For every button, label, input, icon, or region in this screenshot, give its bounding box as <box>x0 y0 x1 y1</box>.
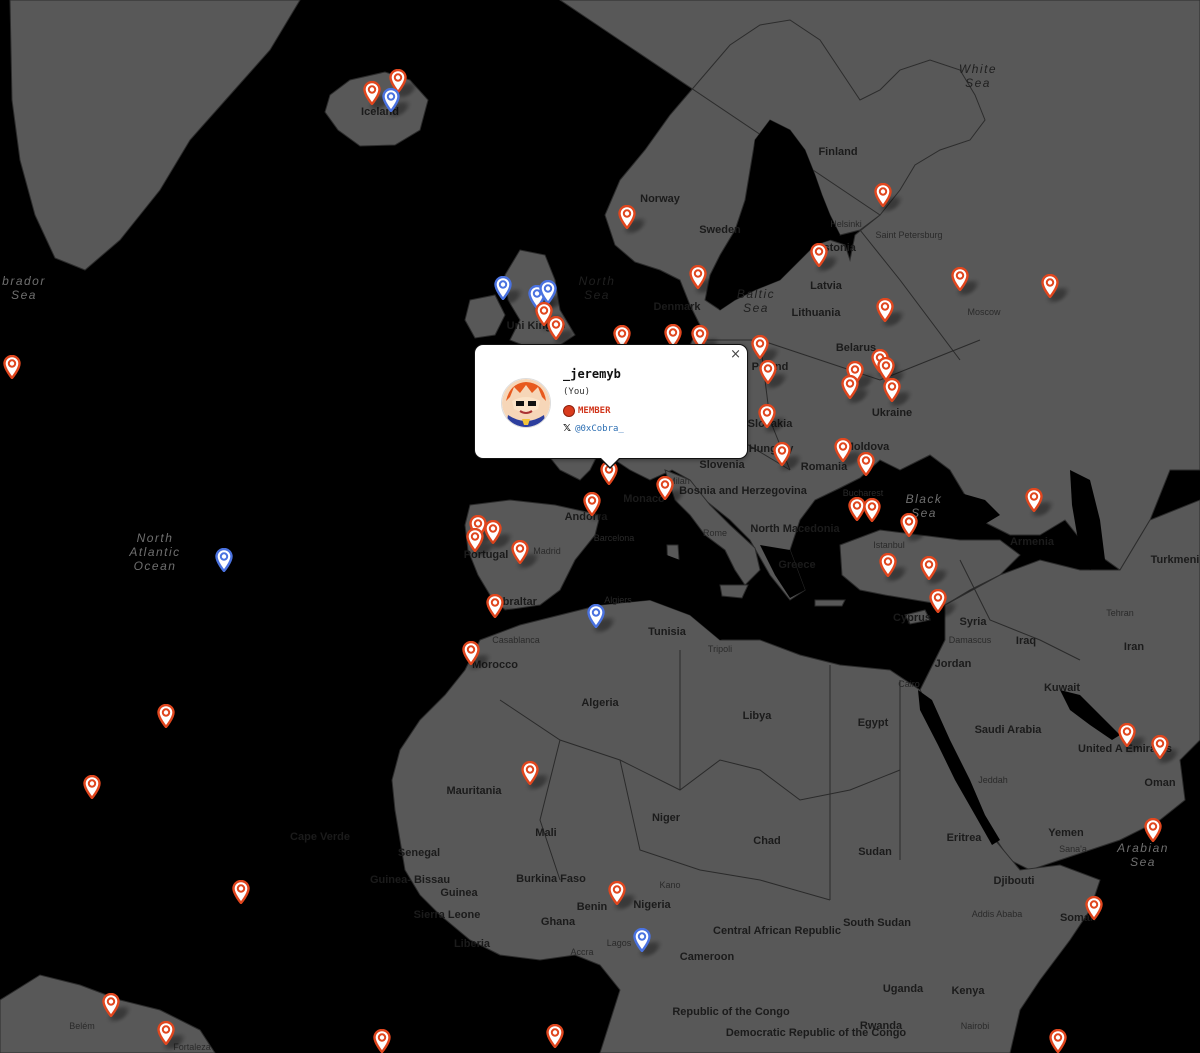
popup-tip <box>601 458 619 467</box>
map-pin-blue-icon[interactable] <box>539 280 569 308</box>
map-pin-orange-icon[interactable] <box>363 81 393 109</box>
map-pin-orange-icon[interactable] <box>751 335 781 363</box>
map-pin-orange-icon[interactable] <box>521 761 551 789</box>
map-pin-orange-icon[interactable] <box>1151 735 1181 763</box>
map-pin-orange-icon[interactable] <box>863 498 893 526</box>
map-pin-orange-icon[interactable] <box>1085 896 1115 924</box>
x-handle-link[interactable]: 𝕏 @0xCobra_ <box>563 423 624 434</box>
world-map[interactable]: Iceland Norway Sweden Finland Estonia Latvia L… <box>0 0 1200 1053</box>
close-icon[interactable]: × <box>730 347 741 362</box>
x-logo-icon: 𝕏 <box>563 423 572 434</box>
map-pin-orange-icon[interactable] <box>618 205 648 233</box>
map-pin-orange-icon[interactable] <box>546 1024 576 1052</box>
map-pin-orange-icon[interactable] <box>608 881 638 909</box>
map-pin-blue-icon[interactable] <box>633 928 663 956</box>
map-pin-orange-icon[interactable] <box>810 243 840 271</box>
avatar[interactable] <box>501 378 551 428</box>
map-pin-orange-icon[interactable] <box>157 704 187 732</box>
map-pin-orange-icon[interactable] <box>834 438 864 466</box>
member-dot-icon <box>563 405 575 417</box>
map-pin-orange-icon[interactable] <box>1118 723 1148 751</box>
map-pin-orange-icon[interactable] <box>373 1029 403 1053</box>
map-pin-orange-icon[interactable] <box>466 528 496 556</box>
map-pin-orange-icon[interactable] <box>484 520 514 548</box>
map-pin-orange-icon[interactable] <box>929 589 959 617</box>
map-pin-orange-icon[interactable] <box>1025 488 1055 516</box>
map-pin-orange-icon[interactable] <box>900 513 930 541</box>
map-pin-orange-icon[interactable] <box>1049 1029 1079 1053</box>
map-pin-blue-icon[interactable] <box>587 604 617 632</box>
username: _jeremyb <box>563 367 621 381</box>
map-pin-orange-icon[interactable] <box>83 775 113 803</box>
map-pin-orange-icon[interactable] <box>689 265 719 293</box>
map-pin-blue-icon[interactable] <box>215 548 245 576</box>
map-pin-orange-icon[interactable] <box>951 267 981 295</box>
map-pin-orange-icon[interactable] <box>157 1021 187 1049</box>
map-pin-orange-icon[interactable] <box>232 880 262 908</box>
member-badge: MEMBER <box>563 405 611 417</box>
map-pin-orange-icon[interactable] <box>3 355 33 383</box>
map-pin-orange-icon[interactable] <box>1144 818 1174 846</box>
map-pin-orange-icon[interactable] <box>879 553 909 581</box>
map-pin-blue-icon[interactable] <box>494 276 524 304</box>
map-pin-orange-icon[interactable] <box>773 442 803 470</box>
you-label: (You) <box>563 387 591 397</box>
map-pin-orange-icon[interactable] <box>841 375 871 403</box>
map-pin-orange-icon[interactable] <box>511 540 541 568</box>
map-pin-orange-icon[interactable] <box>102 993 132 1021</box>
map-pin-orange-icon[interactable] <box>462 641 492 669</box>
member-badge-label: MEMBER <box>578 406 611 416</box>
map-pin-orange-icon[interactable] <box>547 316 577 344</box>
map-pin-orange-icon[interactable] <box>920 556 950 584</box>
map-pin-orange-icon[interactable] <box>876 298 906 326</box>
map-pin-orange-icon[interactable] <box>883 378 913 406</box>
map-pin-orange-icon[interactable] <box>758 404 788 432</box>
map-pin-orange-icon[interactable] <box>583 492 613 520</box>
map-pin-orange-icon[interactable] <box>1041 274 1071 302</box>
map-pin-orange-icon[interactable] <box>759 360 789 388</box>
map-pin-orange-icon[interactable] <box>486 594 516 622</box>
map-pin-orange-icon[interactable] <box>857 452 887 480</box>
map-pin-orange-icon[interactable] <box>656 476 686 504</box>
map-pin-blue-icon[interactable] <box>382 88 412 116</box>
map-land-layer <box>0 0 1200 1053</box>
x-handle-text: @0xCobra_ <box>575 423 624 434</box>
map-pin-orange-icon[interactable] <box>874 183 904 211</box>
user-popup: × _jeremyb (You) MEMBER 𝕏 @0xCobra_ <box>474 344 748 469</box>
